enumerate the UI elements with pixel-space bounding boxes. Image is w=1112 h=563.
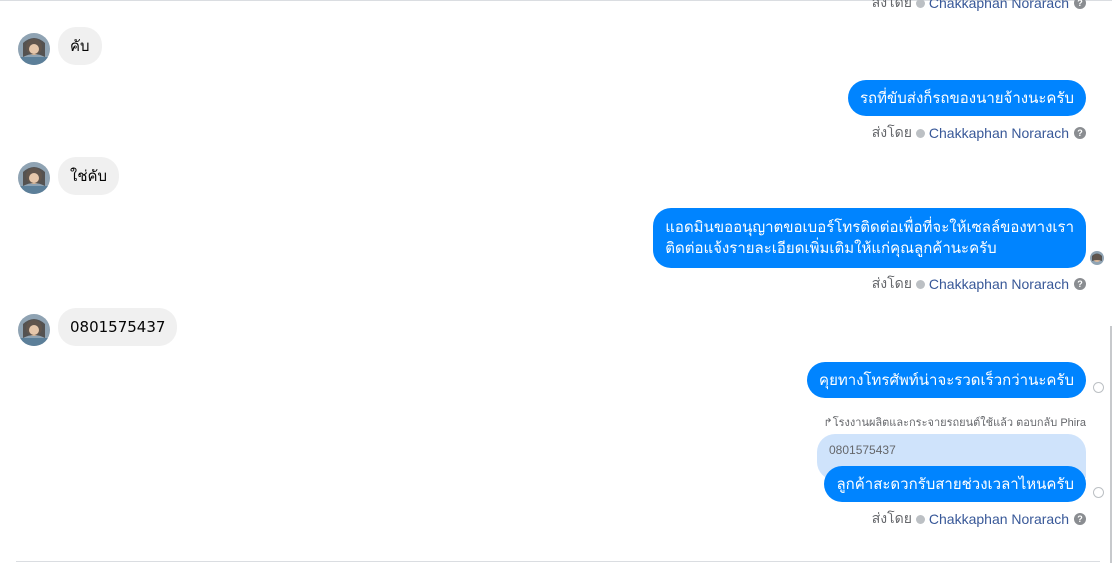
help-icon[interactable]: ? [1074, 278, 1086, 290]
outgoing-message-bubble[interactable]: แอดมินขออนุญาตขอเบอร์โทรติดต่อเพื่อที่จะ… [653, 208, 1086, 268]
outgoing-message-bubble[interactable]: ลูกค้าสะดวกรับสายช่วงเวลาไหนครับ [824, 466, 1086, 502]
sent-by-row: ส่งโดย Chakkaphan Norarach ? [872, 124, 1086, 142]
sender-name-link[interactable]: Chakkaphan Norarach [929, 0, 1069, 11]
sent-by-label: ส่งโดย [871, 510, 912, 526]
reply-header: ↱โรงงานผลิตและกระจายรถยนต์ใช้แล้ว ตอบกลั… [823, 413, 1086, 431]
sent-by-row: ส่งโดย Chakkaphan Norarach ? [872, 275, 1086, 293]
sent-by-row: ส่งโดย Chakkaphan Norarach ? [872, 0, 1086, 12]
seen-avatar-icon [1090, 251, 1104, 265]
reply-arrow-icon: ↱ [823, 417, 833, 429]
incoming-message-bubble[interactable]: คับ [58, 27, 102, 65]
message-line: แอดมินขออนุญาตขอเบอร์โทรติดต่อเพื่อที่จะ… [665, 218, 1074, 236]
help-icon[interactable]: ? [1074, 127, 1086, 139]
outgoing-message-bubble[interactable]: คุยทางโทรศัพท์น่าจะรวดเร็วกว่านะครับ [807, 362, 1086, 398]
sender-name-link[interactable]: Chakkaphan Norarach [929, 511, 1069, 527]
composer-divider [16, 561, 1100, 562]
help-icon[interactable]: ? [1074, 513, 1086, 525]
sender-name-link[interactable]: Chakkaphan Norarach [929, 125, 1069, 141]
sent-by-label: ส่งโดย [871, 275, 912, 291]
contact-avatar[interactable] [18, 314, 50, 346]
delivered-status-icon [1093, 487, 1104, 498]
incoming-message-bubble[interactable]: ใช่คับ [58, 157, 120, 195]
verified-icon [915, 128, 925, 138]
incoming-message-bubble[interactable]: 0801575437 [58, 308, 178, 346]
reply-header-text: โรงงานผลิตและกระจายรถยนต์ใช้แล้ว ตอบกลับ… [832, 417, 1086, 429]
verified-icon [915, 279, 925, 289]
sender-name-link[interactable]: Chakkaphan Norarach [929, 276, 1069, 292]
outgoing-message-bubble[interactable]: รถที่ขับส่งก็รถของนายจ้างนะครับ [847, 80, 1086, 116]
delivered-status-icon [1093, 382, 1104, 393]
sent-by-label: ส่งโดย [871, 124, 912, 140]
sent-by-label: ส่งโดย [871, 0, 912, 10]
verified-icon [915, 514, 925, 524]
contact-avatar[interactable] [18, 33, 50, 65]
message-line: ติดต่อแจ้งรายละเอียดเพิ่มเติมให้แก่คุณลู… [665, 239, 997, 257]
quoted-message-text: 0801575437 [829, 443, 896, 457]
sent-by-row: ส่งโดย Chakkaphan Norarach ? [872, 510, 1086, 528]
contact-avatar[interactable] [18, 162, 50, 194]
help-icon[interactable]: ? [1074, 0, 1086, 9]
verified-icon [915, 0, 925, 8]
